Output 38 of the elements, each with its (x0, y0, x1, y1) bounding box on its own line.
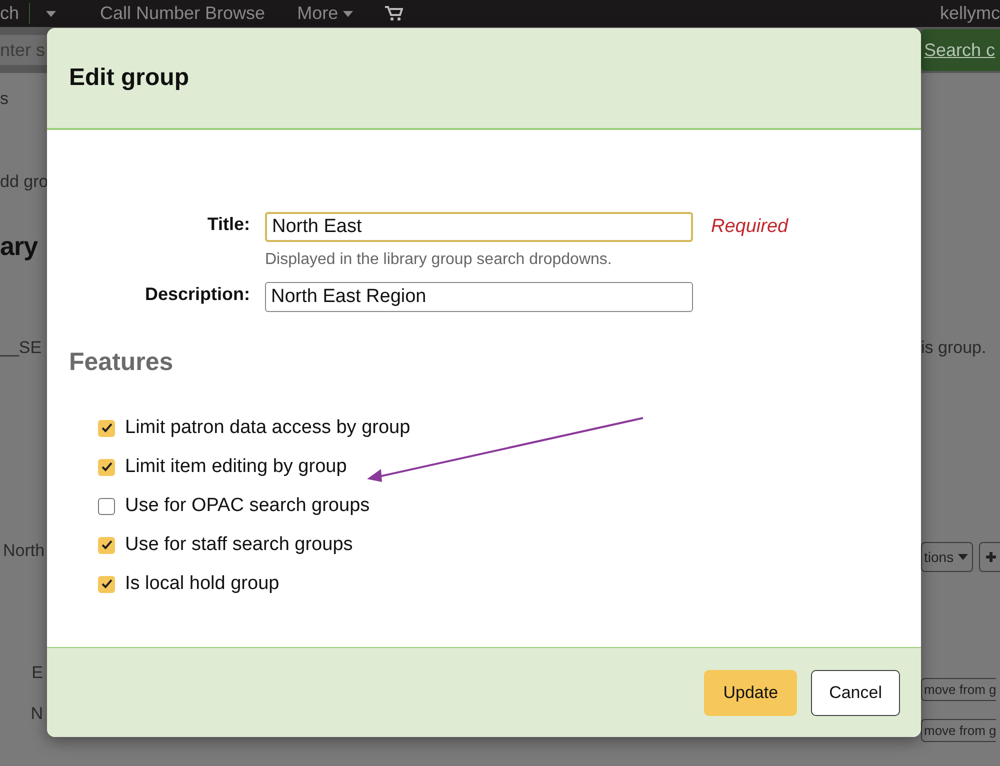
update-button[interactable]: Update (704, 670, 798, 716)
page-text: is group. (921, 338, 986, 358)
input-field[interactable]: North East (265, 212, 693, 242)
checkbox-label: Use for staff search groups (125, 533, 353, 557)
required-note: Required (711, 216, 788, 238)
nav-menu[interactable]: More (281, 3, 370, 24)
checkbox[interactable] (98, 498, 115, 514)
checkbox-label: Limit patron data access by group (125, 416, 410, 440)
checkbox-label: Use for OPAC search groups (125, 494, 370, 518)
input-field[interactable]: North East Region (265, 282, 693, 312)
checkbox[interactable] (98, 458, 115, 476)
checkbox-label: Is local hold group (125, 572, 280, 596)
checkbox-label: Limit item editing by group (125, 455, 347, 479)
page-text: dd gro (0, 172, 47, 192)
page-text: __SE (0, 338, 43, 358)
field-label: Description: (144, 283, 250, 305)
remove-button[interactable]: move from g (921, 719, 996, 742)
plus-icon (986, 552, 996, 562)
caret-icon (343, 11, 354, 18)
checkbox[interactable] (98, 420, 115, 436)
checkbox[interactable] (98, 576, 115, 592)
checkbox[interactable] (98, 536, 115, 554)
help-text: Displayed in the library group search dropdowns. (265, 251, 613, 269)
caret-icon (958, 554, 968, 560)
user-name[interactable]: kellymc (940, 3, 1000, 24)
section-heading: Features (69, 348, 174, 377)
table-cell-text: E (30, 663, 44, 683)
cancel-button[interactable]: Cancel (811, 670, 900, 716)
page-text: s (0, 89, 10, 109)
page-heading: ary (0, 230, 39, 262)
dialog-title: Edit group (69, 64, 189, 92)
add-button[interactable] (978, 542, 1000, 572)
field-label: Title: (206, 213, 250, 235)
table-cell-text: N (30, 704, 44, 724)
nav-link[interactable]: Call Number Browse (84, 3, 282, 24)
page-text: North (3, 541, 46, 561)
search-button[interactable]: Search c (921, 29, 1000, 71)
nav-link[interactable]: ch (0, 3, 30, 24)
